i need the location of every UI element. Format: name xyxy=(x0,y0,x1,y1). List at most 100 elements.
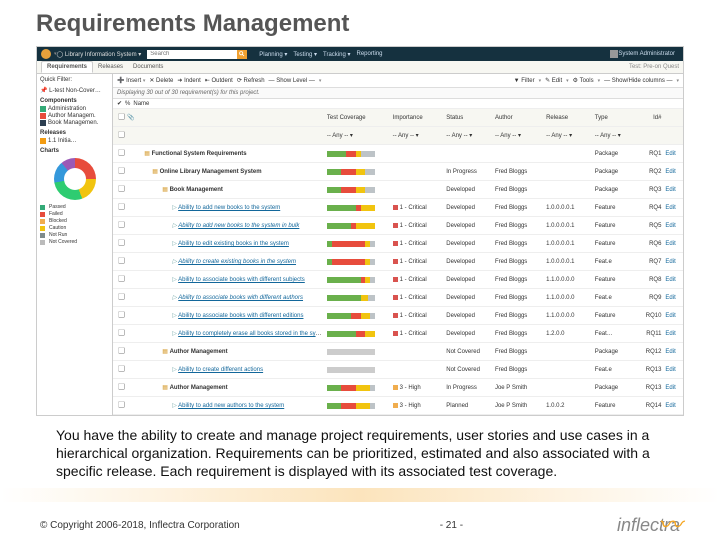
tools-button[interactable]: ⚙ Tools xyxy=(573,77,594,84)
row-attach xyxy=(125,397,142,415)
menu-tracking[interactable]: Tracking ▾ xyxy=(323,51,350,58)
pinned-filter[interactable]: 📌 L-test Non-Cover… xyxy=(40,87,109,94)
col-status[interactable]: Status xyxy=(444,109,493,127)
copyright: © Copyright 2006-2018, Inflectra Corpora… xyxy=(40,520,240,531)
filter-check[interactable] xyxy=(118,131,125,138)
refresh-button[interactable]: ⟳ Refresh xyxy=(237,77,265,84)
req-link[interactable]: Ability to create existing books in the … xyxy=(178,259,296,265)
req-link[interactable]: Ability to add new authors to the system xyxy=(178,403,284,409)
req-link[interactable]: Ability to associate books with differen… xyxy=(178,277,305,283)
tab-releases[interactable]: Releases xyxy=(93,62,128,72)
top-menu: Planning ▾ Testing ▾ Tracking ▾ Reportin… xyxy=(259,51,382,58)
insert-button[interactable]: ➕ Insert ▾ xyxy=(117,77,145,84)
row-check[interactable] xyxy=(118,167,125,174)
row-check[interactable] xyxy=(118,221,125,228)
row-release: 1.2.0.0 xyxy=(544,325,593,343)
req-link[interactable]: Ability to associate books with differen… xyxy=(178,295,303,301)
search-input[interactable] xyxy=(147,50,237,59)
bullet-icon xyxy=(40,138,46,144)
req-link[interactable]: Ability to add new books to the system xyxy=(178,205,280,211)
row-edit[interactable]: Edit xyxy=(663,199,683,217)
filter-type[interactable]: -- Any -- xyxy=(595,133,616,139)
edit-button[interactable]: ✎ Edit xyxy=(545,77,562,84)
menu-testing[interactable]: Testing ▾ xyxy=(293,51,317,58)
col-id[interactable]: Id# xyxy=(634,109,663,127)
row-check[interactable] xyxy=(118,149,125,156)
row-check[interactable] xyxy=(118,185,125,192)
project-selector[interactable]: ◯ Library Information System ▾ xyxy=(57,51,142,58)
row-check[interactable] xyxy=(118,275,125,282)
menu-reporting[interactable]: Reporting xyxy=(357,51,383,58)
columns-select[interactable]: — Show/Hide columns — xyxy=(604,78,672,84)
row-attach xyxy=(125,181,142,199)
row-check[interactable] xyxy=(118,383,125,390)
row-edit[interactable]: Edit xyxy=(663,271,683,289)
bullet-icon xyxy=(40,120,46,126)
row-edit[interactable]: Edit xyxy=(663,217,683,235)
row-edit[interactable]: Edit xyxy=(663,325,683,343)
menu-planning[interactable]: Planning ▾ xyxy=(259,51,287,58)
row-edit[interactable]: Edit xyxy=(663,379,683,397)
table-row: Ability to add new books to the system i… xyxy=(113,217,683,235)
row-edit[interactable]: Edit xyxy=(663,253,683,271)
row-check[interactable] xyxy=(118,347,125,354)
row-check[interactable] xyxy=(118,401,125,408)
row-edit[interactable]: Edit xyxy=(663,235,683,253)
row-edit[interactable]: Edit xyxy=(663,397,683,415)
row-check[interactable] xyxy=(118,203,125,210)
req-link[interactable]: Ability to associate books with differen… xyxy=(178,313,303,319)
row-author: Fred Bloggs xyxy=(493,253,544,271)
sidebar-item-book[interactable]: Book Managemen. xyxy=(40,120,109,126)
legend-swatch-icon xyxy=(40,212,45,217)
delete-button[interactable]: ✕ Delete xyxy=(149,77,173,84)
tab-documents[interactable]: Documents xyxy=(128,62,168,72)
tab-requirements[interactable]: Requirements xyxy=(41,61,93,73)
filter-button[interactable]: ▼ Filter xyxy=(514,78,535,84)
col-author[interactable]: Author xyxy=(493,109,544,127)
filter-rel[interactable]: -- Any -- xyxy=(546,133,567,139)
showlevel-select[interactable]: — Show Level — xyxy=(269,78,315,84)
row-edit[interactable]: Edit xyxy=(663,289,683,307)
row-check[interactable] xyxy=(118,311,125,318)
row-check[interactable] xyxy=(118,329,125,336)
app-logo-icon[interactable] xyxy=(41,49,51,59)
row-check[interactable] xyxy=(118,365,125,372)
req-link[interactable]: Ability to completely erase all books st… xyxy=(178,331,325,337)
user-label[interactable]: System Administrator xyxy=(618,51,675,57)
bullet-icon xyxy=(40,113,46,119)
req-link[interactable]: Ability to add new books to the system i… xyxy=(178,223,299,229)
row-edit[interactable]: Edit xyxy=(663,163,683,181)
sidebar-item-release[interactable]: 1.1 Initia… xyxy=(40,138,109,144)
col-release[interactable]: Release xyxy=(544,109,593,127)
col-check[interactable] xyxy=(113,109,125,127)
row-id: RQ12 xyxy=(634,343,663,361)
row-check[interactable] xyxy=(118,257,125,264)
sidebar-item-admin[interactable]: Administration xyxy=(40,106,109,112)
filter-cov[interactable]: -- Any -- xyxy=(327,133,348,139)
req-link[interactable]: Ability to edit existing books in the sy… xyxy=(178,241,289,247)
col-importance[interactable]: Importance xyxy=(391,109,445,127)
legend-item: Blocked xyxy=(40,218,109,224)
row-edit[interactable]: Edit xyxy=(663,361,683,379)
avatar-icon[interactable] xyxy=(610,50,618,58)
col-type[interactable]: Type xyxy=(593,109,634,127)
table-row: Ability to create different actions Not … xyxy=(113,361,683,379)
row-edit[interactable]: Edit xyxy=(663,145,683,163)
check-icon[interactable]: ✔ xyxy=(117,100,122,107)
filter-auth[interactable]: -- Any -- xyxy=(495,133,516,139)
row-author: Fred Bloggs xyxy=(493,235,544,253)
row-edit[interactable]: Edit xyxy=(663,181,683,199)
col-coverage[interactable]: Test Coverage xyxy=(325,109,391,127)
filter-imp[interactable]: -- Any -- xyxy=(393,133,414,139)
row-check[interactable] xyxy=(118,293,125,300)
search-button[interactable] xyxy=(237,50,247,59)
row-edit[interactable]: Edit xyxy=(663,343,683,361)
row-name: Ability to create different actions xyxy=(142,361,325,379)
outdent-button[interactable]: ⇤ Outdent xyxy=(205,77,233,84)
req-link[interactable]: Ability to create different actions xyxy=(178,367,263,373)
indent-button[interactable]: ➜ Indent xyxy=(177,77,200,84)
row-check[interactable] xyxy=(118,239,125,246)
sidebar-item-author[interactable]: Author Managem. xyxy=(40,113,109,119)
row-edit[interactable]: Edit xyxy=(663,307,683,325)
filter-stat[interactable]: -- Any -- xyxy=(446,133,467,139)
